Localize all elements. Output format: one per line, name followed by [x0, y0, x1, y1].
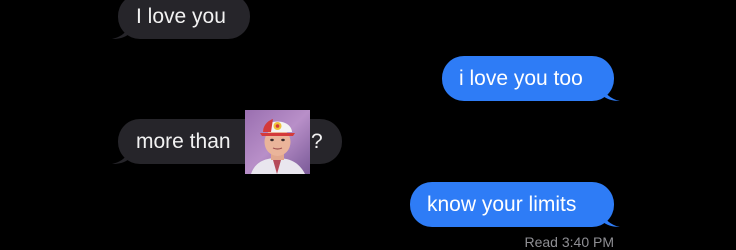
- outgoing-message-bubble[interactable]: know your limits: [410, 182, 620, 227]
- bubble-tail-icon: [602, 85, 620, 101]
- outgoing-message-bubble[interactable]: i love you too: [442, 56, 620, 101]
- inline-photo-sticker[interactable]: [245, 110, 310, 174]
- read-receipt: Read 3:40 PM: [524, 234, 615, 250]
- message-text: i love you too: [459, 67, 583, 90]
- bubble-tail-icon: [602, 211, 620, 227]
- incoming-message-bubble[interactable]: I love you: [112, 0, 250, 39]
- message-text: more than: [136, 130, 231, 153]
- message-text: ?: [311, 130, 323, 153]
- man-in-cap-photo: [245, 110, 310, 174]
- bubble-tail-icon: [112, 23, 130, 39]
- bubble-tail-icon: [112, 148, 130, 164]
- message-text: I love you: [136, 5, 226, 28]
- message-text: know your limits: [427, 193, 577, 216]
